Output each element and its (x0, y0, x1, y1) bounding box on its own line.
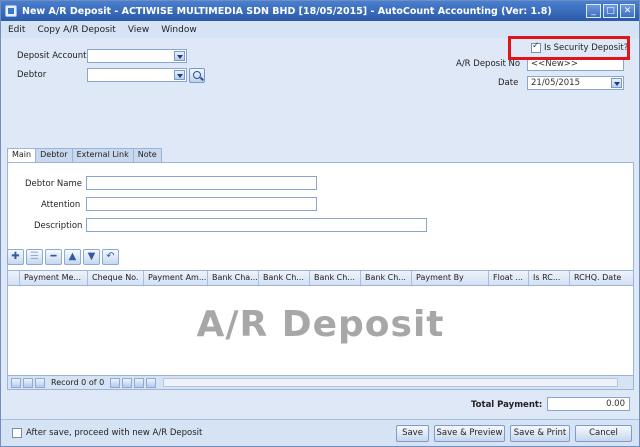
window-controls: _ □ ✕ (586, 4, 635, 18)
menu-edit[interactable]: Edit (8, 25, 25, 35)
tab-debtor[interactable]: Debtor (35, 148, 73, 162)
attention-label: Attention (41, 200, 81, 210)
column-header[interactable]: Cheque No. (88, 271, 144, 285)
column-header[interactable]: Bank Ch... (310, 271, 361, 285)
cancel-button[interactable]: Cancel (575, 425, 632, 442)
record-count: Record 0 of 0 (51, 378, 105, 387)
next-page-icon[interactable] (122, 377, 133, 388)
proceed-new-label: After save, proceed with new A/R Deposit (26, 428, 203, 438)
debtor-name-label: Debtor Name (25, 179, 82, 189)
menu-view[interactable]: View (128, 25, 149, 35)
prev-page-icon[interactable] (23, 377, 33, 388)
deposit-account-label: Deposit Account (17, 51, 87, 61)
window-title: New A/R Deposit - ACTIWISE MULTIMEDIA SD… (22, 5, 552, 17)
tab-external-link[interactable]: External Link (71, 148, 134, 162)
deposit-no-label: A/R Deposit No (456, 59, 521, 69)
column-header[interactable]: Payment By (412, 271, 489, 285)
debtor-search-icon[interactable] (189, 68, 205, 83)
column-header[interactable]: Payment Me... (20, 271, 88, 285)
insert-icon[interactable]: ☰ (26, 249, 43, 265)
move-up-icon[interactable]: ▲ (64, 249, 81, 265)
close-button[interactable]: ✕ (620, 4, 635, 18)
next-record-icon[interactable] (110, 377, 121, 388)
save-button[interactable]: Save (396, 425, 429, 442)
app-icon (5, 5, 17, 17)
security-deposit-highlight (508, 36, 630, 60)
debtor-name-field[interactable] (86, 176, 317, 190)
column-header[interactable]: Payment Am... (144, 271, 208, 285)
horizontal-scrollbar[interactable] (163, 378, 618, 387)
column-header[interactable]: RCHQ. Date (570, 271, 633, 285)
deposit-account-select[interactable] (87, 49, 187, 63)
ar-deposit-window: New A/R Deposit - ACTIWISE MULTIMEDIA SD… (0, 0, 640, 447)
calendar-dropdown-icon[interactable] (611, 78, 622, 88)
prev-record-icon[interactable] (35, 377, 45, 388)
tab-bar: Main Debtor External Link Note (7, 148, 162, 163)
totals-bar: Total Payment: 0.00 (1, 391, 639, 417)
remove-icon[interactable]: ━ (45, 249, 62, 265)
column-header[interactable]: Float ... (489, 271, 529, 285)
debtor-select[interactable] (87, 68, 187, 82)
column-header[interactable]: Is RC... (529, 271, 570, 285)
column-header[interactable]: Bank Cha... (208, 271, 259, 285)
total-payment-label: Total Payment: (471, 400, 543, 410)
tab-note[interactable]: Note (132, 148, 162, 162)
menu-window[interactable]: Window (161, 25, 197, 35)
move-down-icon[interactable]: ▼ (83, 249, 100, 265)
row-selector-header (8, 271, 20, 285)
last-record-icon[interactable] (134, 377, 145, 388)
record-navigator: Record 0 of 0 (7, 375, 634, 390)
save-print-button[interactable]: Save & Print (510, 425, 570, 442)
minimize-button[interactable]: _ (586, 4, 601, 18)
column-header[interactable]: Bank Ch... (361, 271, 412, 285)
title-bar: New A/R Deposit - ACTIWISE MULTIMEDIA SD… (1, 1, 639, 21)
undo-icon[interactable]: ↶ (102, 249, 119, 265)
description-field[interactable] (86, 218, 427, 232)
proceed-new-checkbox[interactable] (12, 428, 22, 438)
chevron-down-icon[interactable] (174, 51, 185, 61)
debtor-label: Debtor (17, 70, 47, 80)
maximize-button[interactable]: □ (603, 4, 618, 18)
add-icon[interactable]: ✚ (7, 249, 24, 265)
column-header[interactable]: Bank Ch... (259, 271, 310, 285)
tab-main[interactable]: Main (7, 148, 37, 163)
total-payment-value: 0.00 (547, 397, 630, 411)
grid-toolbar: ✚ ☰ ━ ▲ ▼ ↶ (7, 249, 119, 265)
attention-field[interactable] (86, 197, 317, 211)
save-preview-button[interactable]: Save & Preview (434, 425, 505, 442)
grid-watermark: A/R Deposit (196, 304, 445, 345)
payment-grid[interactable]: A/R Deposit (7, 286, 634, 375)
date-label: Date (498, 78, 519, 88)
grid-header: Payment Me... Cheque No. Payment Am... B… (7, 270, 634, 286)
first-record-icon[interactable] (11, 377, 21, 388)
menu-copy-ar-deposit[interactable]: Copy A/R Deposit (37, 25, 115, 35)
chevron-down-icon[interactable] (174, 70, 185, 80)
add-record-icon[interactable] (146, 377, 157, 388)
description-label: Description (34, 221, 83, 231)
footer-bar: After save, proceed with new A/R Deposit… (1, 419, 639, 446)
date-picker[interactable]: 21/05/2015 (527, 76, 624, 90)
